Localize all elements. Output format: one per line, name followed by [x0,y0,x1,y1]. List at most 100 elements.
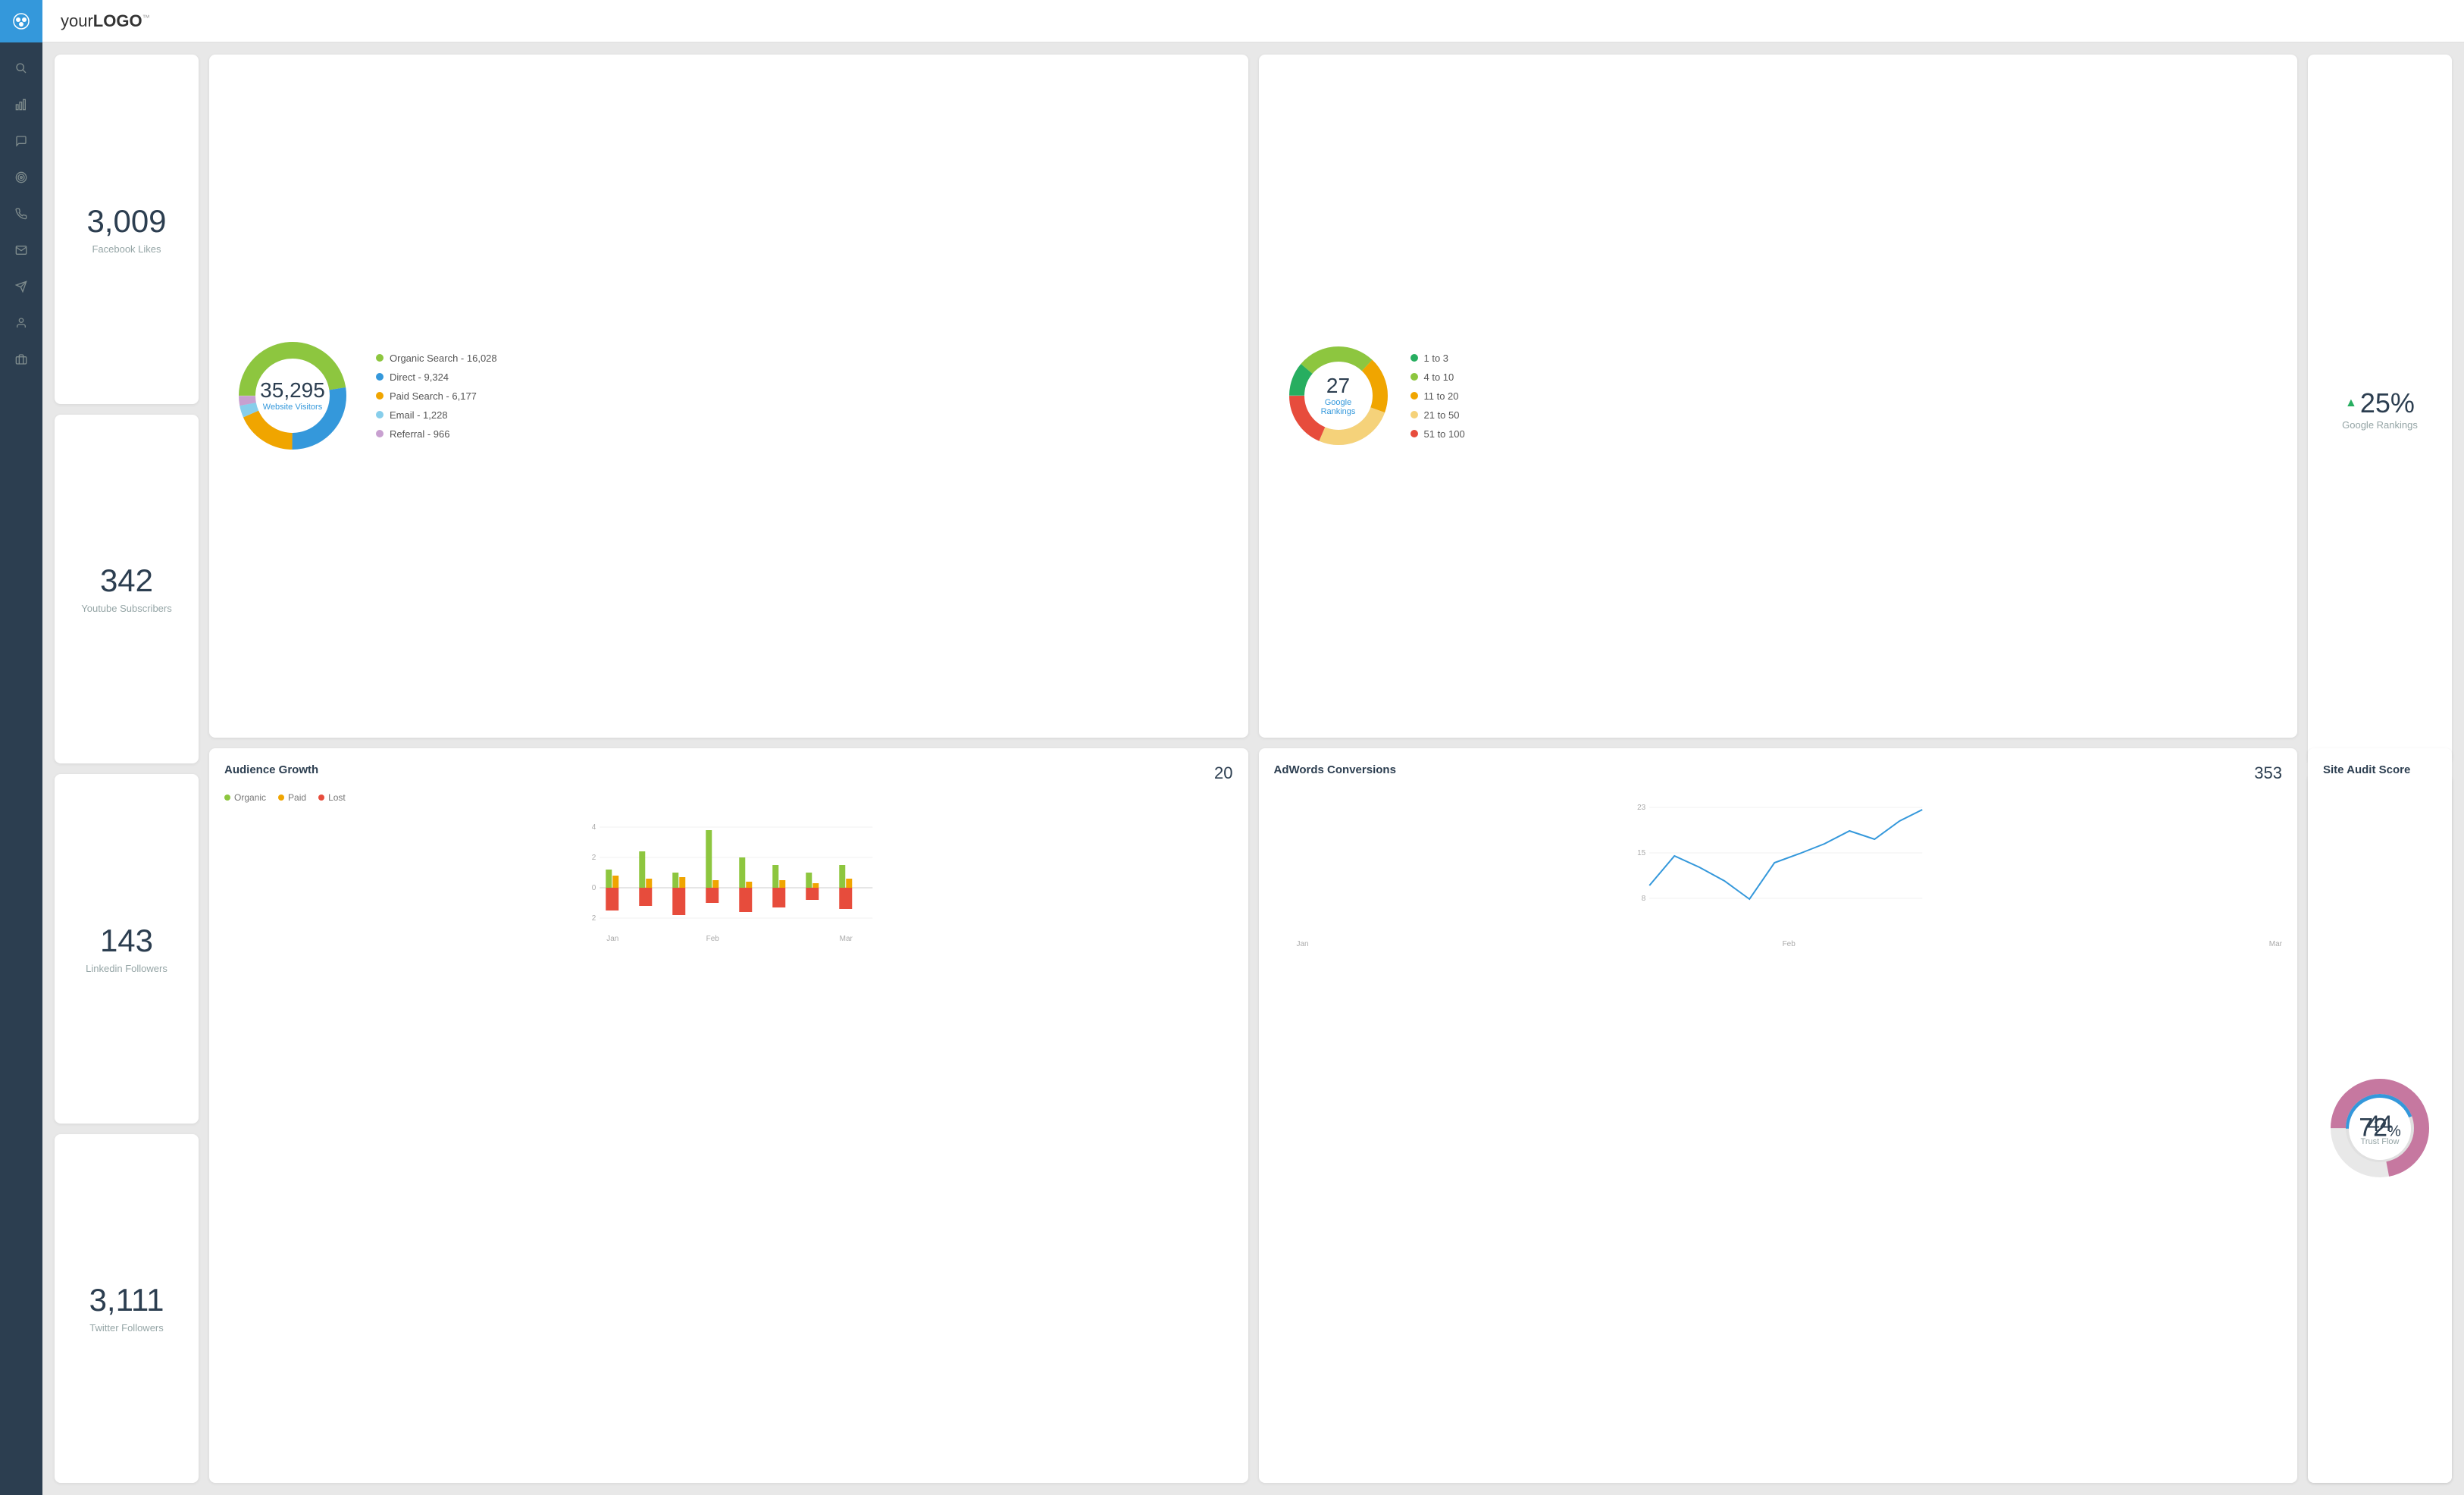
rank-51-100: 51 to 100 [1410,428,1465,440]
sidebar-chat[interactable] [0,124,42,158]
twitter-followers-card: 3,111 Twitter Followers [55,1134,199,1484]
audience-header: Audience Growth 20 [224,763,1233,783]
legend-paid-bar: Paid [278,792,306,803]
sidebar-logo-icon[interactable] [0,0,42,42]
youtube-subs-number: 342 [100,563,153,598]
legend-email: Email - 1,228 [376,409,497,421]
legend-referral: Referral - 966 [376,428,497,440]
rank-4-10-dot [1410,373,1418,381]
audience-growth-card: Audience Growth 20 Organic Paid Lost [209,748,1248,1484]
paid-label: Paid Search - 6,177 [390,390,477,402]
header: yourLOGO™ [42,0,2464,42]
lost-bar-label: Lost [328,792,346,803]
rank-21-50-label: 21 to 50 [1424,409,1460,421]
sidebar-mail[interactable] [0,233,42,267]
visitors-total: 35,295 [260,380,325,401]
sidebar-send[interactable] [0,270,42,303]
legend-lost-bar: Lost [318,792,346,803]
direct-label: Direct - 9,324 [390,371,449,383]
adwords-value: 353 [2254,763,2282,783]
svg-text:Mar: Mar [840,935,853,943]
adwords-header: AdWords Conversions 353 [1274,763,2283,783]
sidebar-target[interactable] [0,161,42,194]
referral-dot [376,430,384,437]
rank-11-20-label: 11 to 20 [1424,390,1459,402]
rankings-total: 27 [1310,375,1367,396]
sidebar-briefcase[interactable] [0,343,42,376]
audit-donut-wrap: 72% [2323,788,2437,1468]
audit-percent: % [2387,1123,2401,1139]
logo: yourLOGO™ [61,11,150,31]
linkedin-label: Linkedin Followers [86,963,168,974]
left-column: 3,009 Facebook Likes 342 Youtube Subscri… [55,55,199,1483]
organic-circle [224,795,230,801]
linkedin-followers-card: 143 Linkedin Followers [55,774,199,1124]
rank-1-3-dot [1410,354,1418,362]
paid-circle [278,795,284,801]
rankings-donut-center: 27 Google Rankings [1310,375,1367,416]
svg-text:2: 2 [592,854,596,862]
sidebar-search[interactable] [0,52,42,85]
visitors-label: Website Visitors [260,403,325,412]
site-audit-card: Site Audit Score 72% [2308,748,2452,1484]
visitors-donut-center: 35,295 Website Visitors [260,380,325,412]
audience-legend: Organic Paid Lost [224,792,1233,803]
adwords-card: AdWords Conversions 353 23 15 8 [1259,748,2298,1484]
rank-1-3-label: 1 to 3 [1424,353,1449,364]
linkedin-number: 143 [100,923,153,958]
rankings-donut: 27 Google Rankings [1282,339,1395,453]
svg-text:Feb: Feb [706,935,720,943]
main-content: yourLOGO™ 3,009 Facebook Likes 342 Youtu… [42,0,2464,1495]
google-rankings-card: 27 Google Rankings 1 to 3 4 to 10 11 to … [1259,55,2298,738]
paid-bar-label: Paid [288,792,306,803]
youtube-subs-label: Youtube Subscribers [81,603,172,614]
logo-tm: ™ [142,14,150,22]
sidebar [0,0,42,1495]
rank-21-50-dot [1410,411,1418,418]
visitors-legend: Organic Search - 16,028 Direct - 9,324 P… [376,353,497,440]
facebook-likes-label: Facebook Likes [92,243,161,255]
svg-text:23: 23 [1637,804,1646,812]
audience-value: 20 [1214,763,1232,783]
rank-1-3: 1 to 3 [1410,353,1465,364]
rank-percent-row: ▲ 25% [2345,387,2415,419]
dashboard: 3,009 Facebook Likes 342 Youtube Subscri… [42,42,2464,1495]
sidebar-user[interactable] [0,306,42,340]
organic-label: Organic Search - 16,028 [390,353,497,364]
rank-percent-value: 25% [2360,387,2415,419]
paid-dot [376,392,384,400]
twitter-label: Twitter Followers [89,1322,164,1334]
audit-value: 72 [2359,1113,2387,1142]
lost-circle [318,795,324,801]
facebook-likes-number: 3,009 [86,204,166,239]
adwords-mar: Mar [2269,940,2282,948]
svg-text:4: 4 [592,823,596,832]
google-rank-percent-card: ▲ 25% Google Rankings [2308,55,2452,763]
direct-dot [376,373,384,381]
legend-organic: Organic Search - 16,028 [376,353,497,364]
svg-text:Jan: Jan [606,935,618,943]
sidebar-phone[interactable] [0,197,42,230]
rank-up-arrow: ▲ [2345,396,2357,410]
rank-4-10-label: 4 to 10 [1424,371,1454,383]
twitter-number: 3,111 [89,1283,164,1318]
logo-bold: LOGO [93,11,142,30]
rank-51-100-label: 51 to 100 [1424,428,1465,440]
audience-chart-wrap: 4 2 0 2 [224,812,1233,952]
svg-text:0: 0 [592,884,596,892]
rank-51-100-dot [1410,430,1418,437]
adwords-jan: Jan [1297,940,1309,948]
svg-text:8: 8 [1641,895,1645,903]
legend-paid: Paid Search - 6,177 [376,390,497,402]
email-label: Email - 1,228 [390,409,448,421]
visitors-donut: 35,295 Website Visitors [232,335,353,456]
organic-bar-label: Organic [234,792,266,803]
legend-organic-bar: Organic [224,792,266,803]
svg-text:2: 2 [592,914,596,923]
referral-label: Referral - 966 [390,428,449,440]
sidebar-analytics[interactable] [0,88,42,121]
adwords-line-chart: 23 15 8 [1274,792,2283,944]
svg-text:15: 15 [1637,849,1646,857]
adwords-title: AdWords Conversions [1274,763,1396,776]
adwords-chart-wrap: 23 15 8 Jan Feb Mar [1274,792,2283,948]
